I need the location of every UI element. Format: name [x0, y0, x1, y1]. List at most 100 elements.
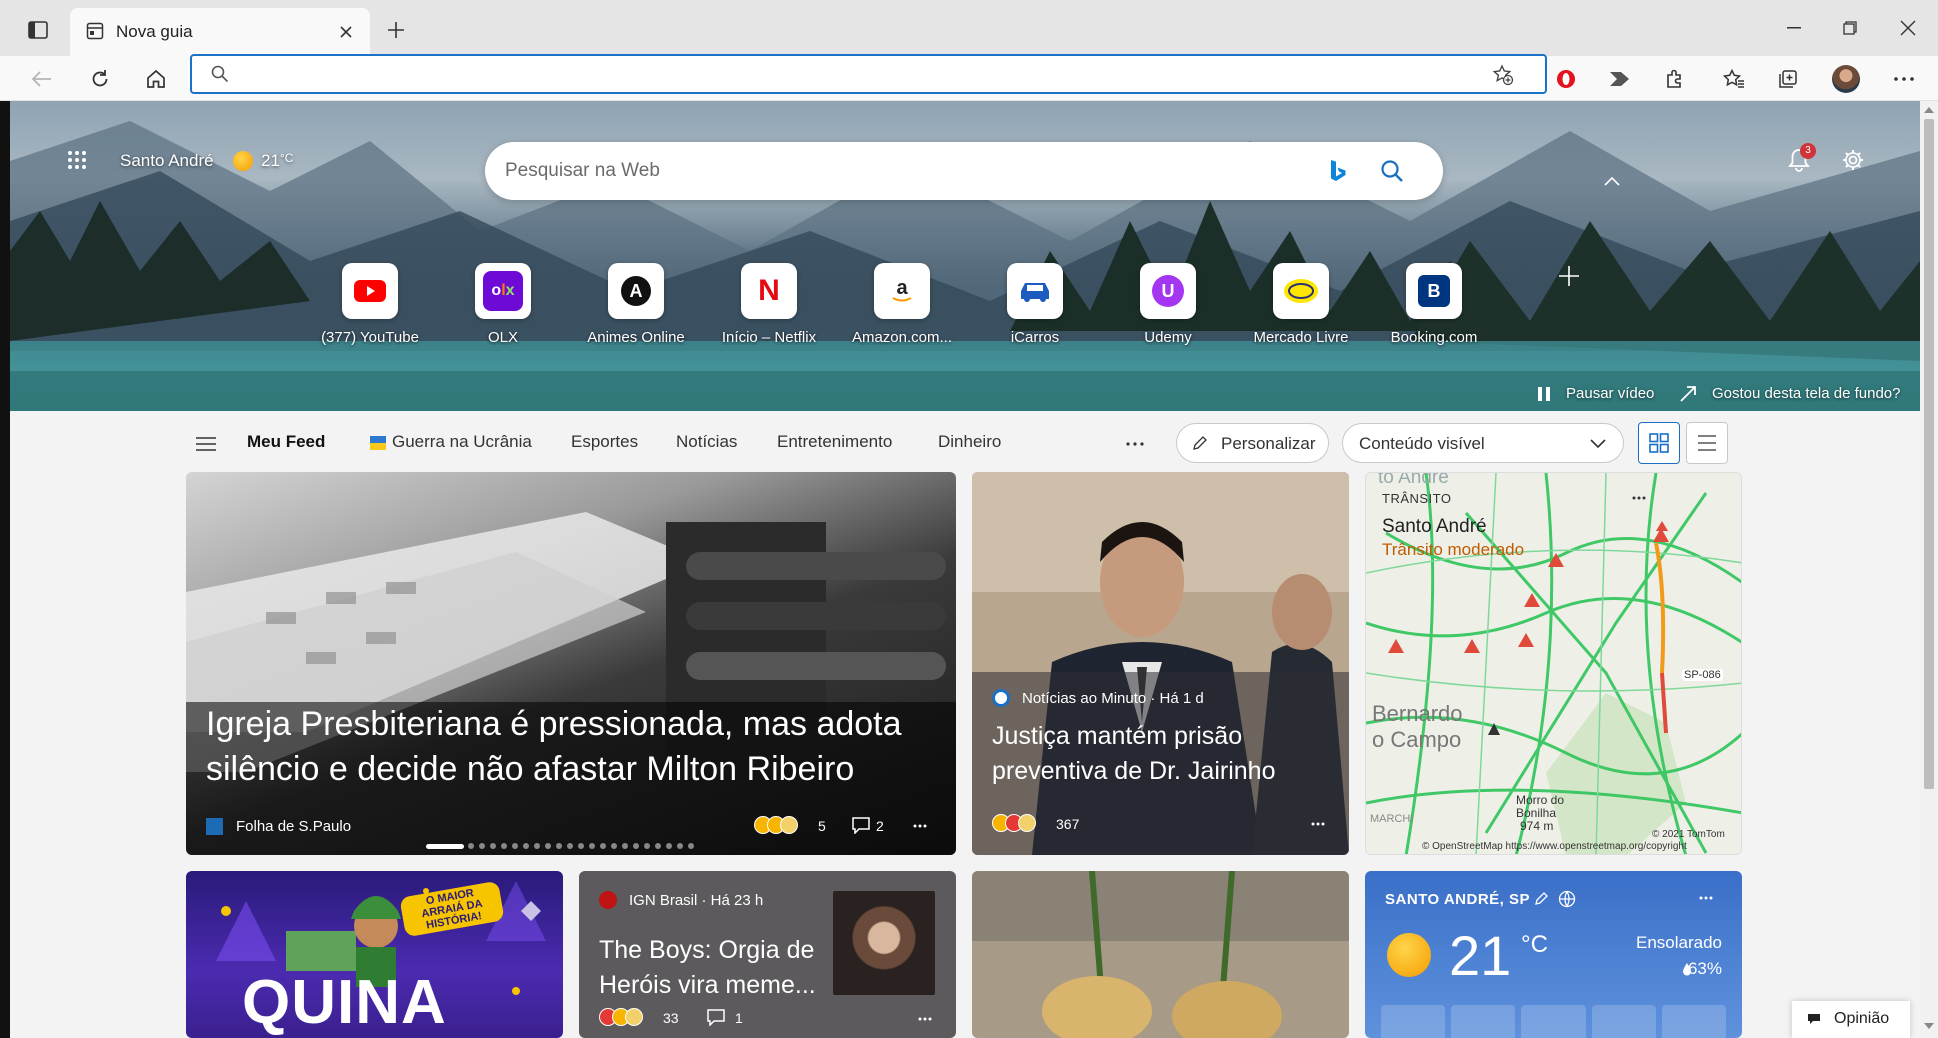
add-favorite-icon[interactable]: [1490, 62, 1516, 88]
content-visibility-select[interactable]: Conteúdo visível: [1342, 423, 1624, 463]
apps-grid-icon[interactable]: [62, 145, 92, 175]
page-scrollbar[interactable]: [1920, 101, 1938, 1038]
web-search-box[interactable]: Pesquisar na Web: [485, 142, 1443, 200]
search-placeholder: Pesquisar na Web: [505, 160, 660, 181]
grid-layout-icon[interactable]: [1638, 422, 1680, 464]
card-weather[interactable]: SANTO ANDRÉ, SP 21 °C Ensolarado 63%: [1365, 871, 1742, 1038]
home-icon[interactable]: [140, 64, 172, 94]
opera-extension-icon[interactable]: [1550, 64, 1582, 94]
tab-money[interactable]: Dinheiro: [938, 432, 1001, 452]
map-label-sp086: SP-086: [1682, 669, 1723, 681]
quick-link-netflix[interactable]: N Início – Netflix: [709, 263, 829, 346]
arrow-extension-icon[interactable]: [1604, 64, 1636, 94]
card-ign[interactable]: IGN Brasil · Há 23 h The Boys: Orgia de …: [579, 871, 956, 1038]
main-story-comments: 2: [876, 818, 884, 834]
quick-link-mercado-livre[interactable]: Mercado Livre: [1241, 263, 1361, 346]
second-story-headline[interactable]: Justiça mantém prisão preventiva de Dr. …: [992, 719, 1332, 789]
expand-arrow-icon[interactable]: [1678, 384, 1698, 404]
quick-link-icarros[interactable]: iCarros: [975, 263, 1095, 346]
like-background-link[interactable]: Gostou desta tela de fundo?: [1712, 385, 1900, 402]
tab-ukraine-war[interactable]: Guerra na Ucrânia: [392, 432, 532, 452]
card-main-story[interactable]: Igreja Presbiteriana é pressionada, mas …: [186, 472, 956, 855]
second-story-source: Notícias ao Minuto · Há 1 d: [1022, 690, 1204, 707]
card-quina[interactable]: O MAIOR ARRAIÁ DA HISTÓRIA! QUINA: [186, 871, 563, 1038]
feedback-button[interactable]: Opinião: [1792, 1001, 1910, 1038]
collections-icon[interactable]: [1772, 64, 1804, 94]
tab-actions-icon[interactable]: [24, 16, 52, 44]
quick-link-amazon[interactable]: a Amazon.com...: [842, 263, 962, 346]
scroll-down-icon[interactable]: [1924, 1021, 1934, 1031]
notifications-bell-icon[interactable]: 3: [1782, 143, 1816, 177]
main-story-headline[interactable]: Igreja Presbiteriana é pressionada, mas …: [206, 702, 936, 792]
map-label-campo: o Campo: [1372, 727, 1462, 752]
ign-headline[interactable]: The Boys: Orgia de Heróis vira meme...: [599, 933, 824, 1003]
card-more-icon[interactable]: [1308, 816, 1328, 832]
more-options-icon[interactable]: [1888, 64, 1920, 94]
ign-source: IGN Brasil · Há 23 h: [629, 892, 764, 909]
card-more-icon[interactable]: [915, 1011, 935, 1027]
card-second-story[interactable]: Notícias ao Minuto · Há 1 d Justiça mant…: [972, 472, 1349, 855]
tab-entertainment[interactable]: Entretenimento: [777, 432, 892, 452]
comment-icon[interactable]: [705, 1007, 727, 1027]
quick-link-animes-online[interactable]: A Animes Online: [576, 263, 696, 346]
clock-source-icon: [992, 689, 1010, 707]
scroll-up-icon[interactable]: [1924, 105, 1934, 115]
bing-icon[interactable]: [1325, 156, 1351, 186]
edit-location-icon[interactable]: [1533, 889, 1551, 907]
map-label-morro: Morro do: [1516, 793, 1565, 807]
map-copyright-tomtom: © 2021 TomTom: [1652, 829, 1725, 840]
pause-icon[interactable]: [1534, 384, 1554, 404]
card-more-icon[interactable]: [1695, 889, 1717, 907]
feedback-icon: [1806, 1012, 1822, 1026]
tab-sports[interactable]: Esportes: [571, 432, 638, 452]
location-label[interactable]: Santo André: [120, 151, 214, 171]
hero-temperature: 21°C: [261, 151, 294, 170]
new-tab-plus-icon[interactable]: [382, 16, 410, 44]
card-traffic[interactable]: to André TRÂNSITO Santo André Trânsito m…: [1365, 472, 1742, 855]
back-icon[interactable]: [26, 64, 58, 94]
globe-icon[interactable]: [1557, 889, 1577, 909]
close-tab-icon[interactable]: [334, 20, 358, 44]
animes-online-icon: A: [608, 263, 664, 319]
tab-news[interactable]: Notícias: [676, 432, 737, 452]
list-layout-icon[interactable]: [1686, 422, 1728, 464]
pause-video-button[interactable]: Pausar vídeo: [1566, 385, 1654, 402]
hero-background: Santo André 21°C Pesquisar na Web 3 (377…: [10, 101, 1920, 411]
restore-icon[interactable]: [1832, 14, 1868, 42]
tab-new-tab[interactable]: Nova guia: [70, 8, 370, 56]
quick-link-youtube[interactable]: (377) YouTube: [310, 263, 430, 346]
personalize-button[interactable]: Personalizar: [1176, 423, 1329, 463]
comment-icon[interactable]: [850, 815, 872, 835]
address-bar[interactable]: [190, 54, 1547, 94]
quick-link-udemy[interactable]: U Udemy: [1108, 263, 1228, 346]
search-submit-icon[interactable]: [1377, 156, 1407, 186]
mercado-livre-icon: [1273, 263, 1329, 319]
close-window-icon[interactable]: [1890, 14, 1926, 42]
refresh-icon[interactable]: [84, 64, 116, 94]
forecast-strip: [1381, 1005, 1727, 1038]
card-more-icon[interactable]: [910, 818, 930, 834]
ign-logo-icon: [599, 891, 617, 909]
profile-avatar[interactable]: [1830, 64, 1862, 94]
ign-reactions: 33: [663, 1010, 679, 1026]
weather-temp: 21: [1449, 924, 1512, 987]
carousel-indicator[interactable]: [426, 843, 694, 849]
more-topics-icon[interactable]: [1120, 431, 1150, 457]
quick-link-olx[interactable]: olx OLX: [443, 263, 563, 346]
quick-link-booking[interactable]: B Booking.com: [1374, 263, 1494, 346]
hamburger-menu-icon[interactable]: [192, 432, 220, 456]
collapse-chevron-up-icon[interactable]: [1600, 171, 1624, 191]
add-shortcut-plus-icon[interactable]: [1554, 261, 1584, 291]
card-potato-image[interactable]: [972, 871, 1349, 1038]
minimize-icon[interactable]: [1776, 14, 1812, 42]
weather-sun-icon: [1387, 933, 1431, 977]
tab-my-feed[interactable]: Meu Feed: [247, 432, 325, 452]
card-more-icon[interactable]: [1628, 489, 1650, 507]
settings-gear-icon[interactable]: [1836, 143, 1870, 177]
extensions-icon[interactable]: [1658, 64, 1690, 94]
favorites-icon[interactable]: [1718, 64, 1750, 94]
map-copyright-osm[interactable]: © OpenStreetMap https://www.openstreetma…: [1422, 841, 1687, 852]
tab-strip: Nova guia: [0, 0, 1938, 56]
quina-title: QUINA: [242, 968, 447, 1037]
scrollbar-thumb[interactable]: [1924, 119, 1934, 789]
